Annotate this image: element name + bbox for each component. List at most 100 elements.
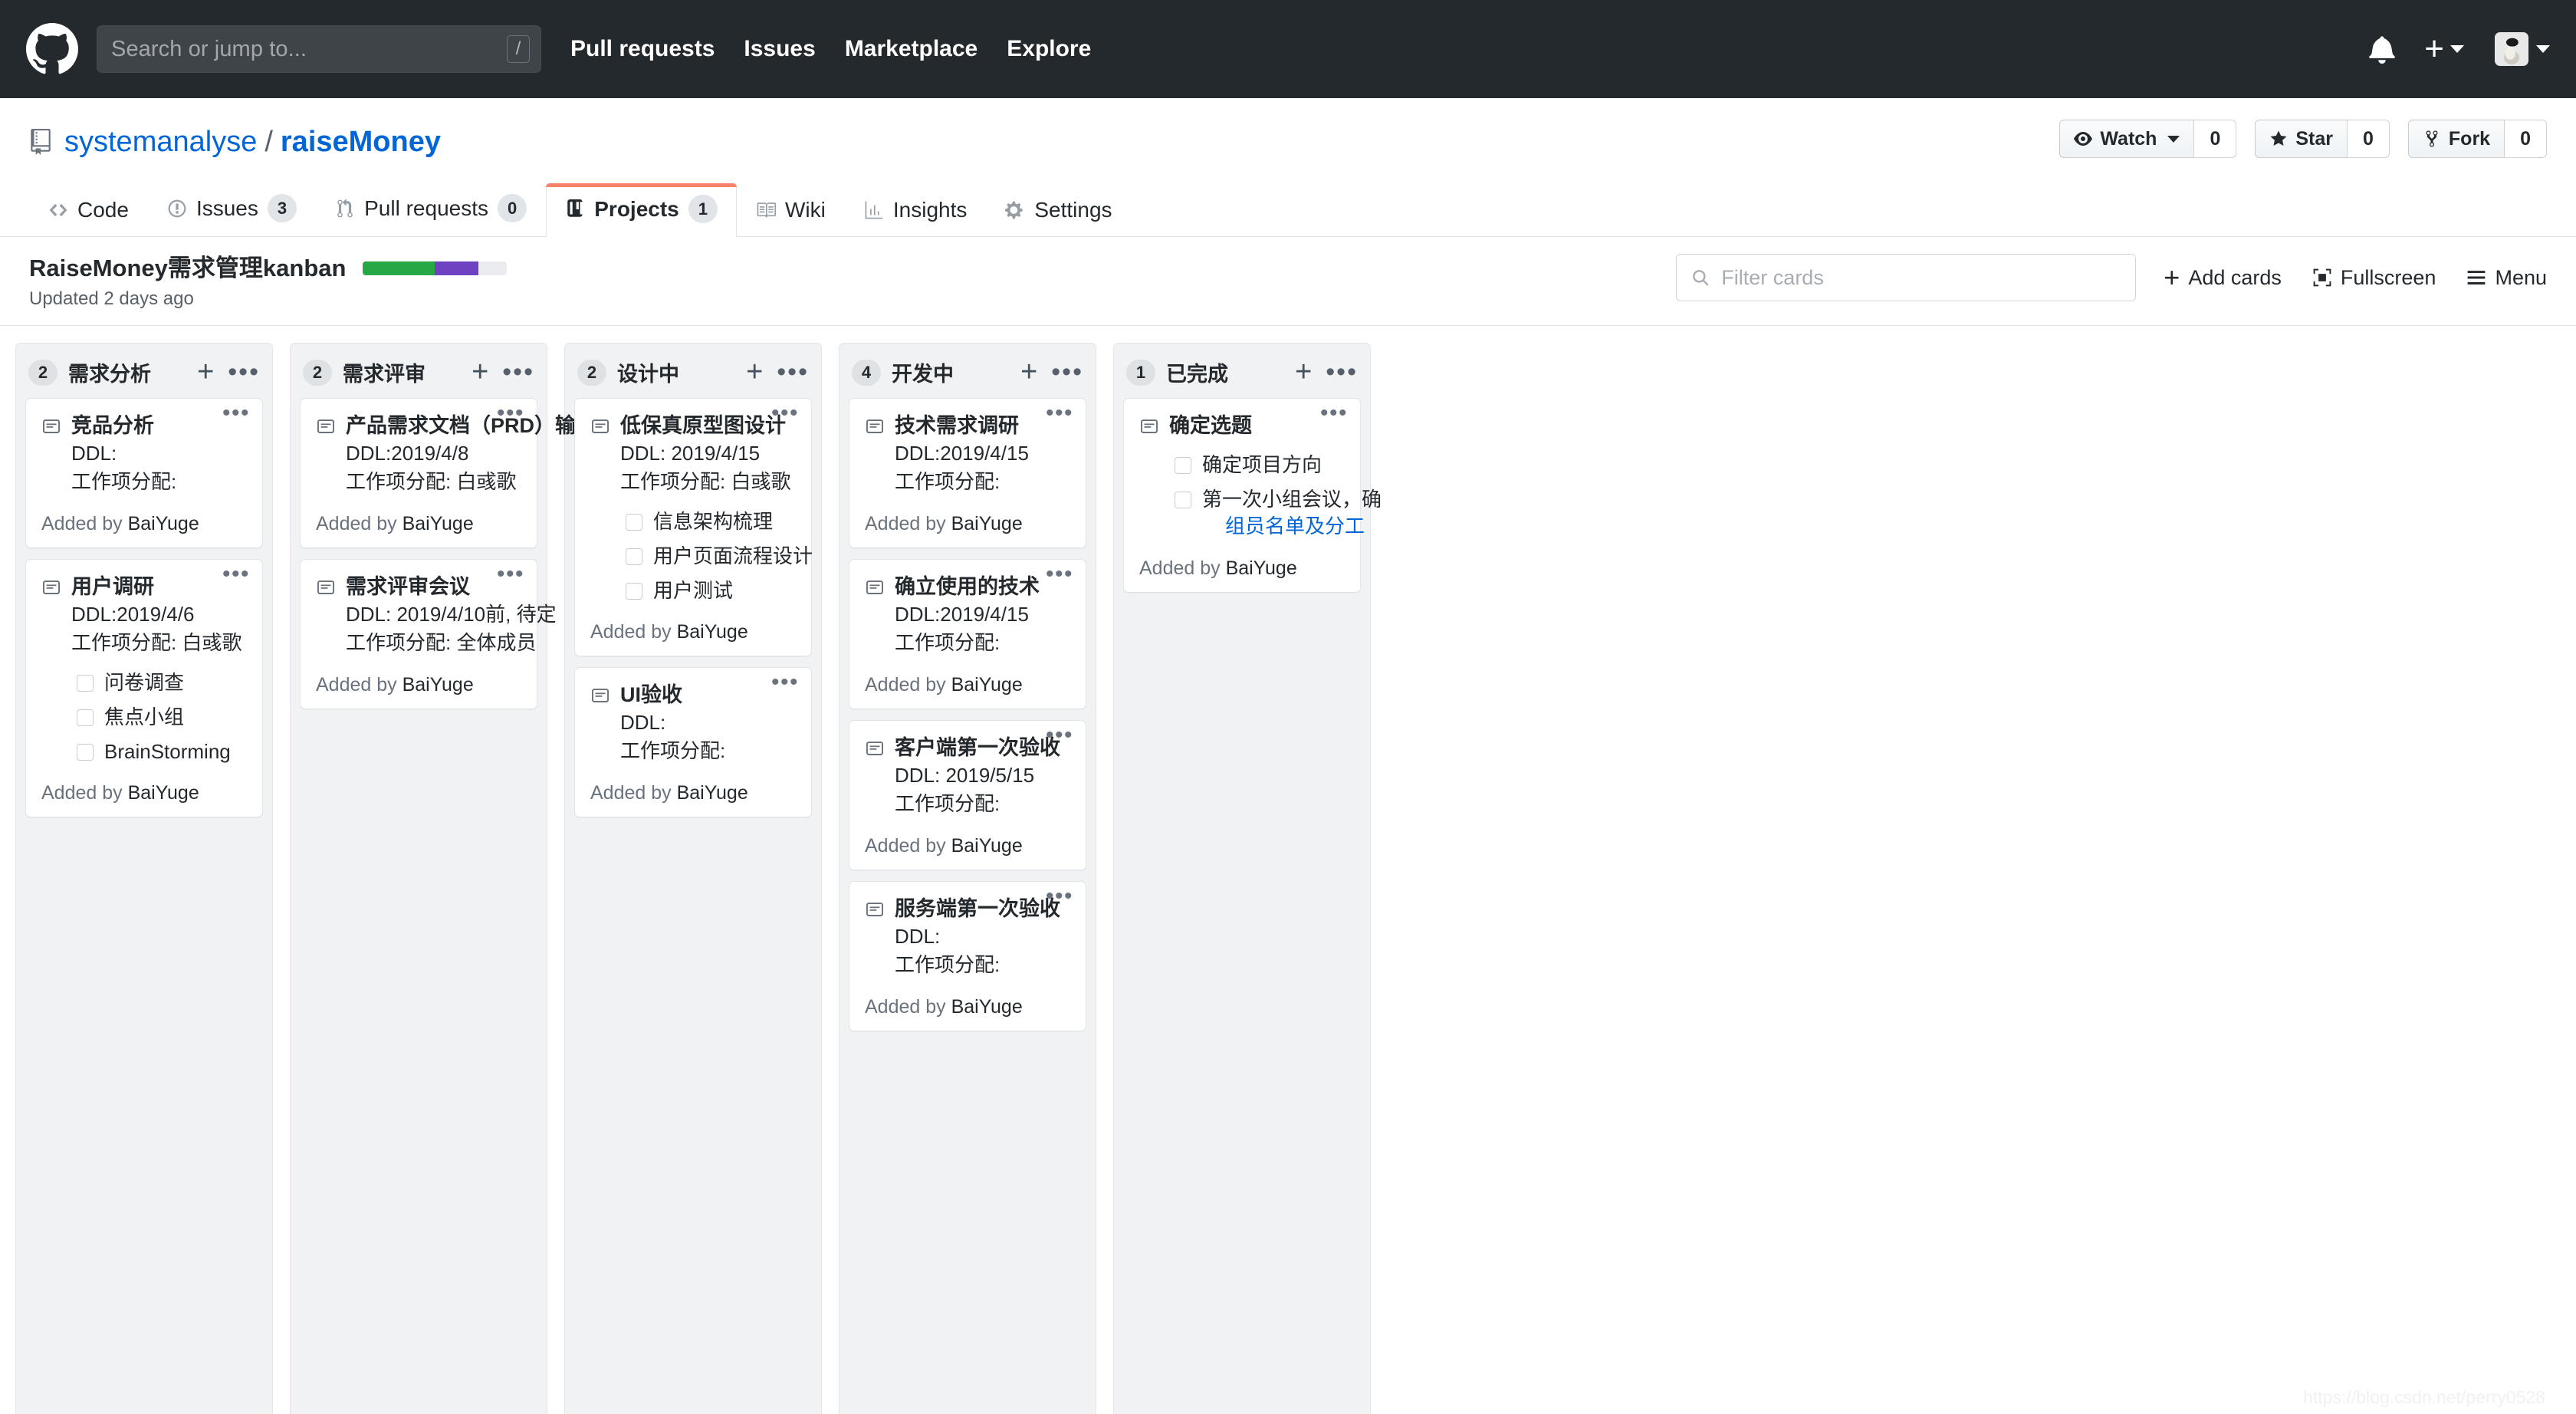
card-header: 服务端第一次验收 xyxy=(865,896,1070,922)
card-title: 产品需求文档（PRD）输出 xyxy=(346,414,597,438)
tab-projects[interactable]: Projects 1 xyxy=(546,183,737,237)
card-menu-button[interactable]: ••• xyxy=(1046,885,1073,907)
add-cards-button[interactable]: + Add cards xyxy=(2164,264,2282,291)
checkbox-icon[interactable] xyxy=(77,709,94,727)
fork-count[interactable]: 0 xyxy=(2504,120,2547,158)
card-menu-button[interactable]: ••• xyxy=(1046,402,1073,424)
card-added-by: Added by BaiYuge xyxy=(41,782,199,804)
tab-settings[interactable]: Settings xyxy=(986,186,1131,236)
card-detail-line: 工作项分配: 全体成员 xyxy=(346,631,537,655)
repo-name-link[interactable]: raiseMoney xyxy=(281,127,441,156)
project-card[interactable]: ••• 产品需求文档（PRD）输出 DDL:2019/4/8 工作项分配: 白彧歌 Ad… xyxy=(300,398,596,549)
star-button[interactable]: Star xyxy=(2255,120,2347,158)
card-author: BaiYuge xyxy=(1225,557,1297,579)
tab-wiki[interactable]: Wiki xyxy=(737,186,845,236)
project-card[interactable]: ••• 服务端第一次验收 DDL: 工作项分配: Added by BaiYuge xyxy=(849,880,1086,1031)
card-menu-button[interactable]: ••• xyxy=(497,563,524,585)
filter-cards-input[interactable]: Filter cards xyxy=(1676,254,2137,301)
column-header: 2 需求分析 + ••• xyxy=(16,344,272,398)
checklist-item[interactable]: 焦点小组 xyxy=(77,704,247,731)
checklist-item[interactable]: 信息架构梳理 xyxy=(626,508,796,535)
column-menu-button[interactable]: ••• xyxy=(1326,359,1358,385)
add-card-to-column-button[interactable]: + xyxy=(472,357,488,386)
checklist-item[interactable]: 第一次小组会议，确 组员名单及分工 xyxy=(1175,486,1382,540)
project-card[interactable]: ••• UI验收 DDL: 工作项分配: Added by BaiYuge xyxy=(574,667,812,818)
project-card[interactable]: ••• 竞品分析 DDL: 工作项分配: Added by BaiYuge xyxy=(25,398,263,549)
card-author: BaiYuge xyxy=(951,513,1023,535)
nav-link-marketplace[interactable]: Marketplace xyxy=(845,36,978,62)
watch-button[interactable]: Watch xyxy=(2059,120,2194,158)
project-card[interactable]: ••• 确定选题 确定项目方向 第一次小组会议，确 组员名单及分工 Added by Ba… xyxy=(1123,398,1382,593)
tab-code[interactable]: Code xyxy=(29,186,148,236)
checklist-item-label: 焦点小组 xyxy=(104,705,185,729)
star-count[interactable]: 0 xyxy=(2347,120,2390,158)
card-menu-button[interactable]: ••• xyxy=(1046,563,1073,585)
checkbox-icon[interactable] xyxy=(626,583,642,600)
add-card-to-column-button[interactable]: + xyxy=(197,357,214,386)
card-detail-line: DDL:2019/4/15 xyxy=(895,603,1029,626)
notifications-bell-icon[interactable] xyxy=(2369,35,2395,64)
card-menu-button[interactable]: ••• xyxy=(771,672,799,694)
checkbox-icon[interactable] xyxy=(626,548,642,566)
checklist-item[interactable]: 确定项目方向 xyxy=(1175,452,1345,478)
card-menu-button[interactable]: ••• xyxy=(497,402,524,424)
nav-link-pull-requests[interactable]: Pull requests xyxy=(570,36,715,62)
project-card[interactable]: ••• 客户端第一次验收 DDL: 2019/5/15 工作项分配: Added by … xyxy=(849,720,1086,870)
column-menu-button[interactable]: ••• xyxy=(228,359,260,385)
note-icon xyxy=(316,579,336,596)
column-menu-button[interactable]: ••• xyxy=(1051,359,1083,385)
add-card-to-column-button[interactable]: + xyxy=(746,357,763,386)
card-detail-line: 工作项分配: xyxy=(895,792,1001,815)
tab-issues-label: Issues xyxy=(196,196,258,220)
user-menu[interactable] xyxy=(2495,32,2550,66)
card-menu-button[interactable]: ••• xyxy=(1046,724,1073,746)
global-header: Search or jump to... / Pull requests Iss… xyxy=(0,0,2576,98)
project-card[interactable]: ••• 用户调研 DDL:2019/4/6 工作项分配: 白彧歌 问卷调查 焦点小组 Bra… xyxy=(25,559,263,818)
watch-count[interactable]: 0 xyxy=(2193,120,2237,158)
column-menu-button[interactable]: ••• xyxy=(502,359,534,385)
card-menu-button[interactable]: ••• xyxy=(771,402,799,424)
checkbox-icon[interactable] xyxy=(1175,492,1191,509)
project-title-row: RaiseMoney需求管理kanban xyxy=(29,254,508,282)
column-title: 开发中 xyxy=(892,363,954,386)
add-card-to-column-button[interactable]: + xyxy=(1295,357,1312,386)
project-card[interactable]: ••• 技术需求调研 DDL:2019/4/15 工作项分配: Added by Bai… xyxy=(849,398,1086,549)
create-new-menu[interactable]: + xyxy=(2424,31,2464,66)
checklist-item[interactable]: 问卷调查 xyxy=(77,669,247,696)
tab-pull-requests[interactable]: Pull requests 0 xyxy=(316,183,546,236)
project-card[interactable]: ••• 需求评审会议 DDL: 2019/4/10前, 待定 工作项分配: 全体成员 A… xyxy=(300,559,557,709)
checkbox-icon[interactable] xyxy=(77,675,94,692)
card-menu-button[interactable]: ••• xyxy=(1320,402,1348,424)
checkbox-icon[interactable] xyxy=(626,514,642,531)
checklist-item[interactable]: 用户页面流程设计 xyxy=(626,543,813,570)
search-input[interactable]: Search or jump to... / xyxy=(97,25,541,73)
tab-issues-count: 3 xyxy=(267,194,297,222)
tab-code-label: Code xyxy=(77,198,129,222)
github-logo-icon[interactable] xyxy=(26,23,78,75)
nav-link-explore[interactable]: Explore xyxy=(1007,36,1091,62)
checklist-item[interactable]: 用户测试 xyxy=(626,577,796,604)
card-menu-button[interactable]: ••• xyxy=(222,563,250,585)
column-menu-button[interactable]: ••• xyxy=(777,359,809,385)
project-card[interactable]: ••• 确立使用的技术 DDL:2019/4/15 工作项分配: Added by Ba… xyxy=(849,559,1086,709)
column-card-list: ••• 技术需求调研 DDL:2019/4/15 工作项分配: Added by Bai… xyxy=(840,398,1096,1031)
add-card-to-column-button[interactable]: + xyxy=(1020,357,1037,386)
checkbox-icon[interactable] xyxy=(77,744,94,761)
card-menu-button[interactable]: ••• xyxy=(222,402,250,424)
menu-button[interactable]: Menu xyxy=(2466,266,2547,290)
checklist-item-link[interactable]: 组员名单及分工 xyxy=(1225,513,1382,540)
fullscreen-button[interactable]: Fullscreen xyxy=(2312,266,2436,290)
project-card[interactable]: ••• 低保真原型图设计 DDL: 2019/4/15 工作项分配: 白彧歌 信息架构梳… xyxy=(574,398,813,657)
fork-button[interactable]: Fork xyxy=(2407,120,2505,158)
repo-owner-link[interactable]: systemanalyse xyxy=(64,127,257,156)
checklist-item[interactable]: BrainStorming xyxy=(77,738,247,765)
checkbox-icon[interactable] xyxy=(1175,457,1191,475)
tab-settings-label: Settings xyxy=(1034,198,1112,222)
tab-insights[interactable]: Insights xyxy=(845,186,987,236)
tab-issues[interactable]: Issues 3 xyxy=(148,183,316,236)
column-actions: + ••• xyxy=(1295,357,1358,386)
card-added-by: Added by BaiYuge xyxy=(1139,557,1297,579)
project-board[interactable]: 2 需求分析 + ••• ••• 竞品分析 DDL: 工作项分配: Added by BaiYu… xyxy=(0,326,2576,1414)
star-label: Star xyxy=(2295,127,2333,150)
nav-link-issues[interactable]: Issues xyxy=(744,36,815,62)
